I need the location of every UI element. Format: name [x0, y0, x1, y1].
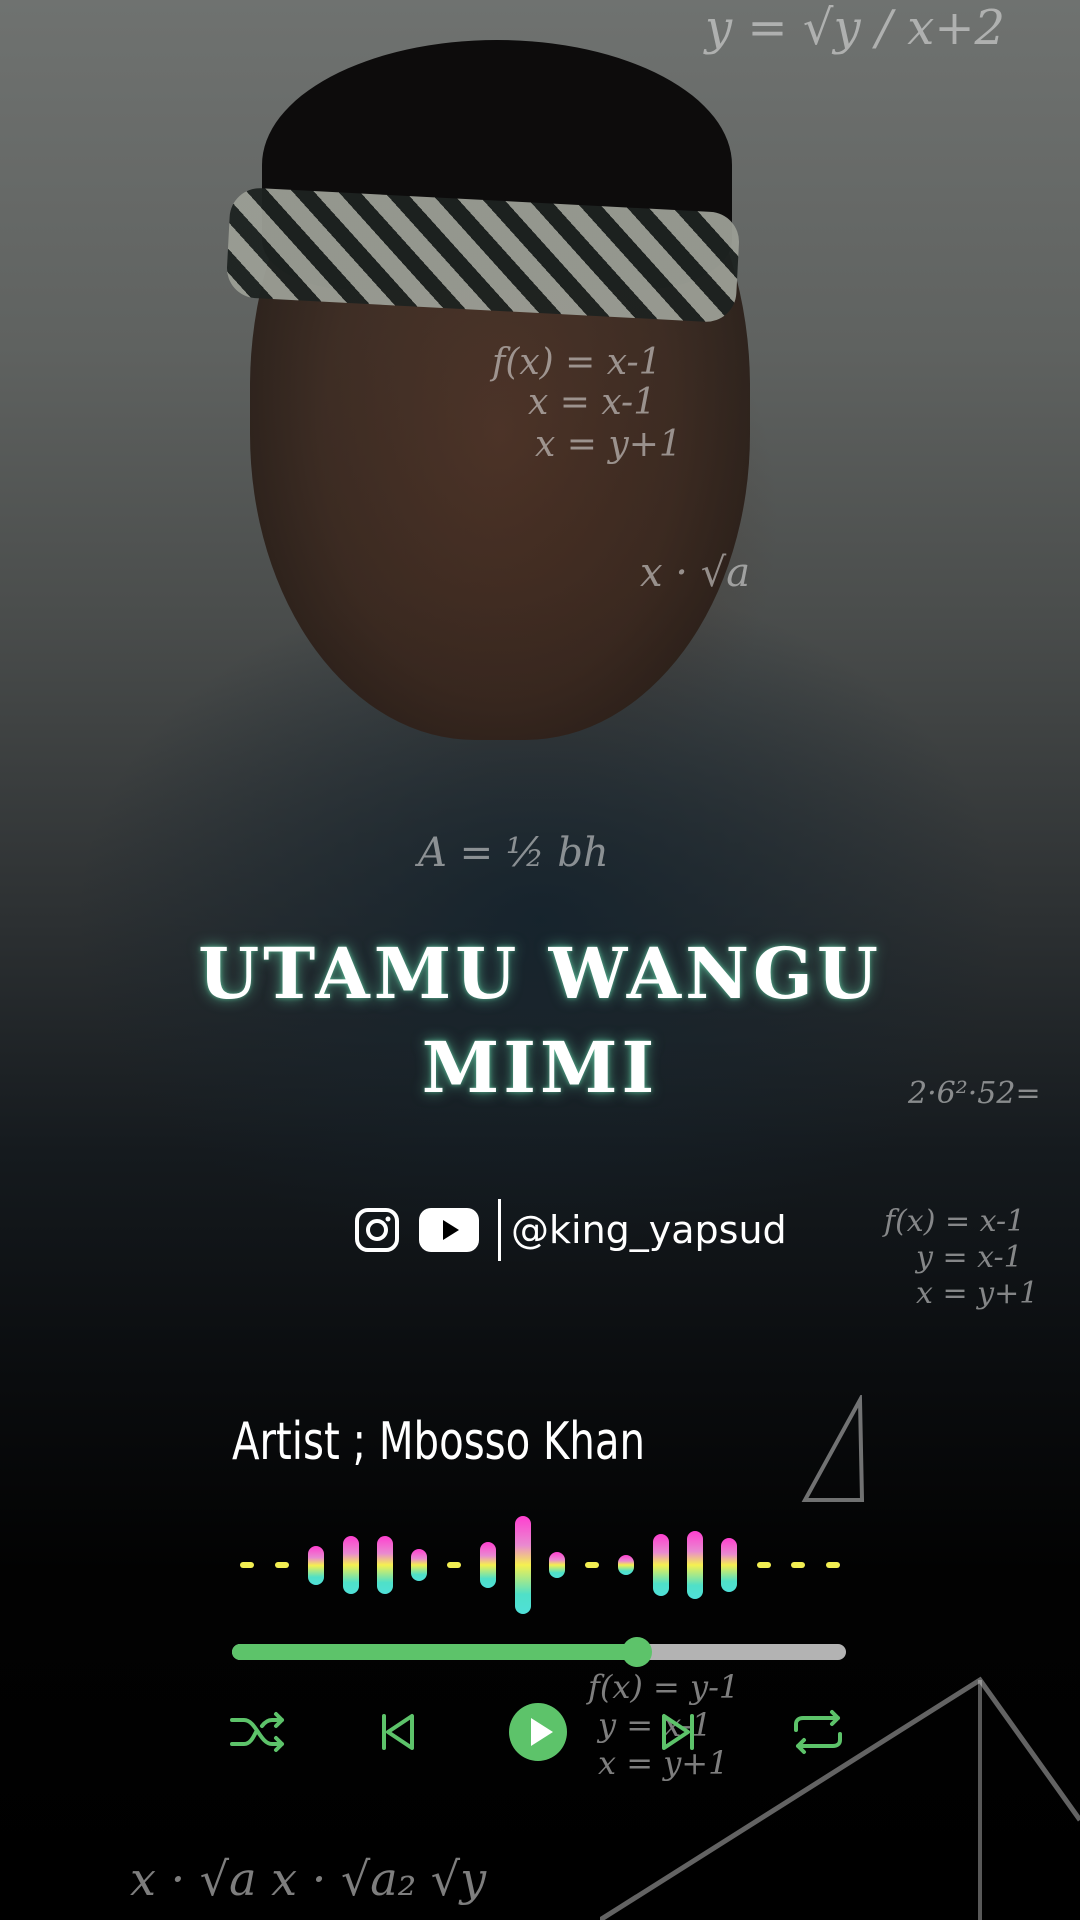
equalizer-bar — [411, 1548, 428, 1582]
audio-equalizer — [230, 1500, 850, 1630]
social-separator — [498, 1199, 501, 1261]
equalizer-bar — [240, 1562, 255, 1568]
youtube-icon[interactable] — [418, 1207, 480, 1253]
social-handle-row: @king_yapsud — [354, 1195, 787, 1265]
previous-icon[interactable] — [366, 1700, 430, 1764]
math-area: A = ½ bh — [418, 830, 609, 876]
artist-label: Artist ; Mbosso Khan — [232, 1412, 646, 1472]
equalizer-bar — [514, 1516, 531, 1614]
equalizer-bar — [687, 1531, 703, 1599]
math-right-fx1: f(x) = x-1 — [884, 1204, 1026, 1239]
equalizer-bar — [618, 1555, 635, 1575]
equalizer-bar — [274, 1562, 289, 1568]
playback-progress-bar[interactable] — [232, 1637, 846, 1667]
math-sqrt: x · √a — [640, 550, 751, 596]
equalizer-bar — [446, 1562, 461, 1568]
playback-controls — [220, 1700, 860, 1764]
equalizer-bar — [308, 1545, 325, 1585]
social-handle[interactable]: @king_yapsud — [511, 1208, 787, 1252]
equalizer-bar — [584, 1562, 599, 1568]
equalizer-bar — [377, 1535, 393, 1595]
math-right-fx3: x = y+1 — [916, 1276, 1039, 1311]
math-fx2: x = x-1 — [528, 382, 657, 423]
math-right-fx2: y = x-1 — [916, 1240, 1023, 1275]
math-fx1: f(x) = x-1 — [492, 342, 662, 383]
equalizer-bar — [480, 1542, 497, 1588]
equalizer-bar — [756, 1562, 771, 1568]
equalizer-bar — [652, 1533, 669, 1597]
progress-fill — [232, 1644, 638, 1660]
song-title-line2: MIMI — [421, 1026, 659, 1109]
play-icon[interactable] — [506, 1700, 570, 1764]
progress-knob[interactable] — [622, 1637, 653, 1667]
equalizer-bar — [721, 1537, 738, 1593]
shuffle-icon[interactable] — [226, 1700, 290, 1764]
math-bottom-sqrt: x · √a x · √a₂ √y — [130, 1852, 487, 1906]
math-formula-top: y = √y / x+2 — [705, 0, 1006, 56]
pyramid-doodle-icon — [600, 1676, 1080, 1920]
equalizer-bar — [825, 1562, 840, 1568]
next-icon[interactable] — [646, 1700, 710, 1764]
equalizer-bar — [791, 1562, 806, 1568]
triangle-doodle-icon — [801, 1395, 865, 1502]
equalizer-bar — [549, 1552, 566, 1578]
math-fx3: x = y+1 — [535, 424, 682, 465]
song-title-line1: UTAMU WANGU — [198, 932, 882, 1015]
equalizer-bar — [342, 1535, 359, 1595]
instagram-icon[interactable] — [354, 1207, 400, 1253]
repeat-icon[interactable] — [786, 1700, 850, 1764]
